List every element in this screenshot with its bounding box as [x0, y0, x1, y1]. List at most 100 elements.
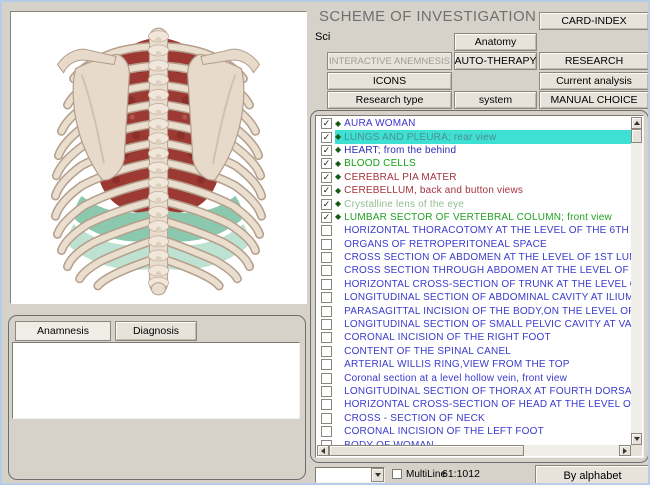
item-label: LONGITUDINAL SECTION OF THORAX AT FOURTH… — [344, 386, 631, 397]
interactive-anamnesis-button: INTERACTIVE ANEMNESIS — [327, 52, 452, 70]
item-bullet-icon: ◆ — [335, 120, 341, 128]
list-item[interactable]: ◆CORONAL INCISION OF THE RIGHT FOOT — [317, 331, 631, 344]
list-item[interactable]: ◆PARASAGITTAL INCISION OF THE BODY,ON TH… — [317, 304, 631, 317]
list-item[interactable]: ✓◆HEART; from the behind — [317, 144, 631, 157]
list-item[interactable]: ◆CROSS SECTION OF ABDOMEN AT THE LEVEL O… — [317, 251, 631, 264]
card-index-button[interactable]: CARD-INDEX — [539, 12, 649, 30]
page-title: SCHEME OF INVESTIGATION — [319, 8, 536, 25]
item-checkbox[interactable] — [321, 373, 332, 384]
list-item[interactable]: ✓◆BLOOD CELLS — [317, 157, 631, 170]
current-analysis-button[interactable]: Current analysis — [539, 72, 649, 90]
list-item[interactable]: ◆ARTERIAL WILLIS RING,VIEW FROM THE TOP — [317, 358, 631, 371]
list-item[interactable]: ◆LONGITUDINAL SECTION OF ABDOMINAL CAVIT… — [317, 291, 631, 304]
item-label: CROSS - SECTION OF NECK — [344, 413, 485, 424]
item-bullet-icon: ◆ — [335, 160, 341, 168]
list-item[interactable]: ◆CROSS SECTION THROUGH ABDOMEN AT THE LE… — [317, 264, 631, 277]
item-label: BLOOD CELLS — [344, 158, 416, 169]
list-item[interactable]: ✓◆CEREBRAL PIA MATER — [317, 171, 631, 184]
anatomy-image-panel[interactable] — [10, 11, 307, 304]
item-label: LUNGS AND PLEURA; rear view — [344, 132, 496, 143]
scroll-up-button[interactable] — [631, 117, 642, 129]
item-label: CEREBELLUM, back and button views — [344, 185, 523, 196]
list-item[interactable]: ◆ORGANS OF RETROPERITONEAL SPACE — [317, 238, 631, 251]
item-checkbox[interactable] — [321, 225, 332, 236]
vertical-scroll-thumb[interactable] — [631, 129, 642, 143]
research-type-button[interactable]: Research type — [327, 91, 452, 109]
item-checkbox[interactable]: ✓ — [321, 199, 332, 210]
research-button[interactable]: RESEARCH — [539, 52, 649, 70]
scroll-down-button[interactable] — [631, 433, 642, 445]
item-checkbox[interactable] — [321, 319, 332, 330]
item-checkbox[interactable] — [321, 306, 332, 317]
item-checkbox[interactable] — [321, 426, 332, 437]
list-item[interactable]: ✓◆LUNGS AND PLEURA; rear view — [317, 130, 631, 143]
item-label: CONTENT OF THE SPINAL CANEL — [344, 346, 511, 357]
system-button[interactable]: system — [454, 91, 537, 109]
item-checkbox[interactable]: ✓ — [321, 132, 332, 143]
item-checkbox[interactable] — [321, 399, 332, 410]
item-label: HORIZONTAL CROSS-SECTION OF HEAD AT THE … — [344, 399, 631, 410]
list-item[interactable]: ✓◆Crystalline lens of the eye — [317, 197, 631, 210]
item-bullet-icon: ◆ — [335, 173, 341, 181]
item-checkbox[interactable] — [321, 346, 332, 357]
list-item[interactable]: ✓◆AURA WOMAN — [317, 117, 631, 130]
scroll-left-button[interactable] — [317, 445, 329, 456]
item-checkbox[interactable] — [321, 279, 332, 290]
auto-therapy-button[interactable]: AUTO-THERAPY — [454, 52, 537, 70]
multiline-checkbox[interactable] — [392, 469, 402, 479]
investigation-list: ✓◆AURA WOMAN✓◆LUNGS AND PLEURA; rear vie… — [317, 117, 631, 445]
scroll-right-button[interactable] — [619, 445, 631, 456]
item-checkbox[interactable] — [321, 252, 332, 263]
item-checkbox[interactable]: ✓ — [321, 118, 332, 129]
item-label: HEART; from the behind — [344, 145, 456, 156]
item-checkbox[interactable]: ✓ — [321, 145, 332, 156]
manual-choice-button[interactable]: MANUAL CHOICE — [539, 91, 649, 109]
list-item[interactable]: ◆CORONAL INCISION OF THE LEFT FOOT — [317, 425, 631, 438]
filter-combobox[interactable] — [315, 467, 385, 483]
item-label: LUMBAR SECTOR OF VERTEBRAL COLUMN; front… — [344, 212, 612, 223]
item-checkbox[interactable] — [321, 359, 332, 370]
combobox-dropdown-button[interactable] — [371, 468, 384, 482]
item-label: PARASAGITTAL INCISION OF THE BODY,ON THE… — [344, 306, 631, 317]
position-status: 61:1012 — [442, 468, 480, 480]
horizontal-scrollbar[interactable] — [317, 445, 631, 456]
list-item[interactable]: ✓◆LUMBAR SECTOR OF VERTEBRAL COLUMN; fro… — [317, 211, 631, 224]
arrow-left-icon — [321, 448, 325, 454]
list-item[interactable]: ◆CONTENT OF THE SPINAL CANEL — [317, 345, 631, 358]
item-checkbox[interactable]: ✓ — [321, 172, 332, 183]
list-item[interactable]: ◆CROSS - SECTION OF NECK — [317, 412, 631, 425]
item-label: LONGITUDINAL SECTION OF SMALL PELVIC CAV… — [344, 319, 631, 330]
list-item[interactable]: ◆HORIZONTAL CROSS-SECTION OF TRUNK AT TH… — [317, 278, 631, 291]
list-item[interactable]: ◆LONGITUDINAL SECTION OF SMALL PELVIC CA… — [317, 318, 631, 331]
anamnesis-notes-field[interactable] — [12, 342, 300, 419]
icons-button[interactable]: ICONS — [327, 72, 452, 90]
list-item[interactable]: ◆BODY OF WOMAN — [317, 438, 631, 445]
list-item[interactable]: ◆LONGITUDINAL SECTION OF THORAX AT FOURT… — [317, 385, 631, 398]
list-item[interactable]: ◆Coronal section at a level hollow vein,… — [317, 371, 631, 384]
multiline-label: MultiLine — [406, 469, 446, 480]
scrollbar-corner — [631, 445, 642, 456]
item-bullet-icon: ◆ — [335, 146, 341, 154]
anamnesis-tab-button[interactable]: Anamnesis — [15, 321, 111, 341]
item-checkbox[interactable] — [321, 239, 332, 250]
anatomy-button[interactable]: Anatomy — [454, 33, 537, 51]
list-item[interactable]: ✓◆CEREBELLUM, back and button views — [317, 184, 631, 197]
item-checkbox[interactable]: ✓ — [321, 212, 332, 223]
item-checkbox[interactable]: ✓ — [321, 185, 332, 196]
horizontal-scroll-thumb[interactable] — [329, 445, 524, 456]
diagnosis-tab-button[interactable]: Diagnosis — [115, 321, 197, 341]
item-bullet-icon: ◆ — [335, 200, 341, 208]
item-label: CORONAL INCISION OF THE RIGHT FOOT — [344, 332, 551, 343]
vertical-scrollbar[interactable] — [631, 117, 642, 445]
anatomy-illustration-thorax-rear — [11, 12, 306, 303]
sci-label: Sci — [315, 31, 330, 43]
list-item[interactable]: ◆HORIZONTAL CROSS-SECTION OF HEAD AT THE… — [317, 398, 631, 411]
by-alphabet-button[interactable]: By alphabet — [535, 465, 650, 485]
item-checkbox[interactable] — [321, 386, 332, 397]
item-checkbox[interactable] — [321, 332, 332, 343]
item-checkbox[interactable]: ✓ — [321, 158, 332, 169]
item-checkbox[interactable] — [321, 413, 332, 424]
item-checkbox[interactable] — [321, 265, 332, 276]
item-checkbox[interactable] — [321, 292, 332, 303]
list-item[interactable]: ◆HORIZONTAL THORACOTOMY AT THE LEVEL OF … — [317, 224, 631, 237]
